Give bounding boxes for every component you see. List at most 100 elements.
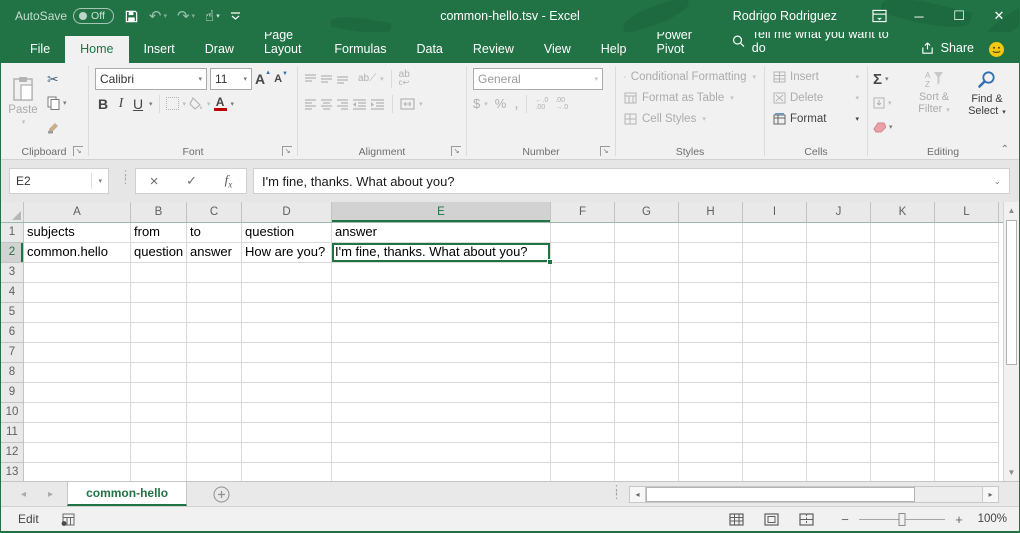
cell-B1[interactable]: from <box>131 223 187 243</box>
cell-G5[interactable] <box>615 303 679 323</box>
paste-dropdown-icon[interactable]: ▾ <box>22 118 26 126</box>
cell-F1[interactable] <box>551 223 615 243</box>
cell-A8[interactable] <box>24 363 131 383</box>
cell-D13[interactable] <box>242 463 332 481</box>
touch-mouse-mode-button[interactable]: ☝▾ <box>205 7 220 25</box>
cell-C2[interactable]: answer <box>187 243 242 263</box>
tab-insert[interactable]: Insert <box>129 36 190 63</box>
cell-G4[interactable] <box>615 283 679 303</box>
cell-J11[interactable] <box>807 423 871 443</box>
cell-A5[interactable] <box>24 303 131 323</box>
cell-C6[interactable] <box>187 323 242 343</box>
cell-G8[interactable] <box>615 363 679 383</box>
cell-F4[interactable] <box>551 283 615 303</box>
cell-D3[interactable] <box>242 263 332 283</box>
middle-align-icon[interactable] <box>320 73 333 85</box>
tab-formulas[interactable]: Formulas <box>319 36 401 63</box>
page-layout-view-button[interactable] <box>764 513 779 526</box>
cell-F7[interactable] <box>551 343 615 363</box>
cell-H4[interactable] <box>679 283 743 303</box>
cell-H1[interactable] <box>679 223 743 243</box>
accounting-format-button[interactable]: $ <box>473 96 480 111</box>
fill-handle[interactable] <box>547 259 553 265</box>
cell-E8[interactable] <box>332 363 551 383</box>
cell-L11[interactable] <box>935 423 999 443</box>
cell-D7[interactable] <box>242 343 332 363</box>
cell-B7[interactable] <box>131 343 187 363</box>
row-header-11[interactable]: 11 <box>1 423 24 443</box>
cell-H12[interactable] <box>679 443 743 463</box>
cell-D5[interactable] <box>242 303 332 323</box>
cell-K9[interactable] <box>871 383 935 403</box>
cell-B5[interactable] <box>131 303 187 323</box>
cell-F13[interactable] <box>551 463 615 481</box>
row-header-12[interactable]: 12 <box>1 443 24 463</box>
underline-button[interactable]: U <box>131 96 145 112</box>
row-header-8[interactable]: 8 <box>1 363 24 383</box>
cell-K2[interactable] <box>871 243 935 263</box>
cell-K11[interactable] <box>871 423 935 443</box>
cell-J1[interactable] <box>807 223 871 243</box>
row-header-2[interactable]: 2 <box>1 243 24 263</box>
cell-K12[interactable] <box>871 443 935 463</box>
minimize-button[interactable]: ─ <box>899 0 939 32</box>
column-header-L[interactable]: L <box>935 202 999 222</box>
cell-D1[interactable]: question <box>242 223 332 243</box>
cell-F3[interactable] <box>551 263 615 283</box>
cell-I9[interactable] <box>743 383 807 403</box>
cell-I12[interactable] <box>743 443 807 463</box>
cell-G3[interactable] <box>615 263 679 283</box>
cell-K5[interactable] <box>871 303 935 323</box>
cell-J5[interactable] <box>807 303 871 323</box>
cell-E5[interactable] <box>332 303 551 323</box>
bold-button[interactable]: B <box>95 96 111 112</box>
sheet-tab-common-hello[interactable]: common-hello <box>67 482 187 506</box>
cell-J13[interactable] <box>807 463 871 481</box>
percent-style-button[interactable]: % <box>495 96 507 111</box>
cell-I1[interactable] <box>743 223 807 243</box>
horizontal-scrollbar-track[interactable] <box>646 486 982 503</box>
cell-J9[interactable] <box>807 383 871 403</box>
cell-H13[interactable] <box>679 463 743 481</box>
cell-E4[interactable] <box>332 283 551 303</box>
horizontal-scrollbar[interactable]: ◂ ▸ <box>629 486 999 503</box>
cell-B11[interactable] <box>131 423 187 443</box>
align-right-icon[interactable] <box>336 98 349 110</box>
align-left-icon[interactable] <box>304 98 317 110</box>
cell-A13[interactable] <box>24 463 131 481</box>
column-header-A[interactable]: A <box>24 202 131 222</box>
select-all-corner[interactable] <box>1 202 24 222</box>
cell-C12[interactable] <box>187 443 242 463</box>
maximize-button[interactable]: ☐ <box>939 0 979 32</box>
cell-H3[interactable] <box>679 263 743 283</box>
autosum-button[interactable]: Σ▾ <box>870 68 908 90</box>
cell-F5[interactable] <box>551 303 615 323</box>
column-header-K[interactable]: K <box>871 202 935 222</box>
scroll-right-icon[interactable]: ▸ <box>982 486 999 503</box>
cell-D8[interactable] <box>242 363 332 383</box>
cell-H2[interactable] <box>679 243 743 263</box>
font-color-button[interactable]: A <box>214 97 227 111</box>
paste-button[interactable]: Paste ▾ <box>2 66 44 136</box>
merge-center-dropdown-icon[interactable]: ▾ <box>419 100 423 108</box>
name-box[interactable]: E2 ▾ <box>9 168 109 194</box>
sort-filter-button[interactable]: AZ Sort & Filter ▾ <box>908 66 960 140</box>
feedback-smiley-icon[interactable] <box>988 41 1005 58</box>
insert-cells-button[interactable]: Insert▾ <box>767 66 865 87</box>
column-header-H[interactable]: H <box>679 202 743 222</box>
cell-B12[interactable] <box>131 443 187 463</box>
merge-center-button[interactable] <box>400 98 415 110</box>
fill-button[interactable]: ▾ <box>870 92 908 114</box>
cell-F9[interactable] <box>551 383 615 403</box>
cell-H5[interactable] <box>679 303 743 323</box>
cell-H11[interactable] <box>679 423 743 443</box>
cell-E1[interactable]: answer <box>332 223 551 243</box>
cell-A6[interactable] <box>24 323 131 343</box>
fill-color-dropdown-icon[interactable]: ▾ <box>207 100 211 108</box>
copy-dropdown-icon[interactable]: ▾ <box>63 99 67 107</box>
scroll-up-icon[interactable]: ▲ <box>1004 202 1019 219</box>
cell-L8[interactable] <box>935 363 999 383</box>
cell-B2[interactable]: question <box>131 243 187 263</box>
cell-J8[interactable] <box>807 363 871 383</box>
cell-G10[interactable] <box>615 403 679 423</box>
